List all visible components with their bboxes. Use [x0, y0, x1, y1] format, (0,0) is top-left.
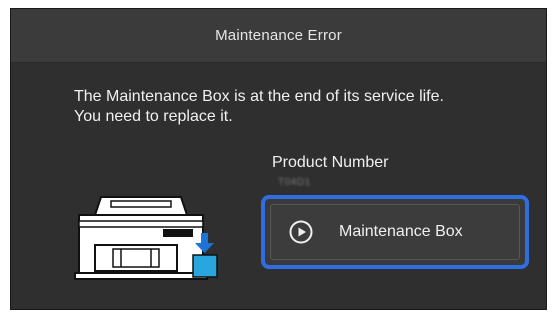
product-number-label: Product Number: [272, 154, 389, 171]
maintenance-box-focus-frame: Maintenance Box: [261, 195, 529, 269]
maintenance-box-label: Maintenance Box: [339, 223, 463, 240]
error-message: The Maintenance Box is at the end of its…: [74, 87, 534, 127]
dialog-title: Maintenance Error: [215, 27, 342, 44]
printer-panel-screen: Maintenance Error The Maintenance Box is…: [10, 8, 547, 310]
printer-illustration-icon: [74, 196, 218, 280]
play-circle-icon: [289, 220, 313, 244]
product-number-value: T04D1: [278, 177, 311, 188]
maintenance-box-button[interactable]: Maintenance Box: [270, 204, 520, 260]
error-message-line2: You need to replace it.: [74, 108, 233, 125]
error-message-line1: The Maintenance Box is at the end of its…: [74, 88, 444, 105]
title-bar: Maintenance Error: [11, 9, 546, 63]
